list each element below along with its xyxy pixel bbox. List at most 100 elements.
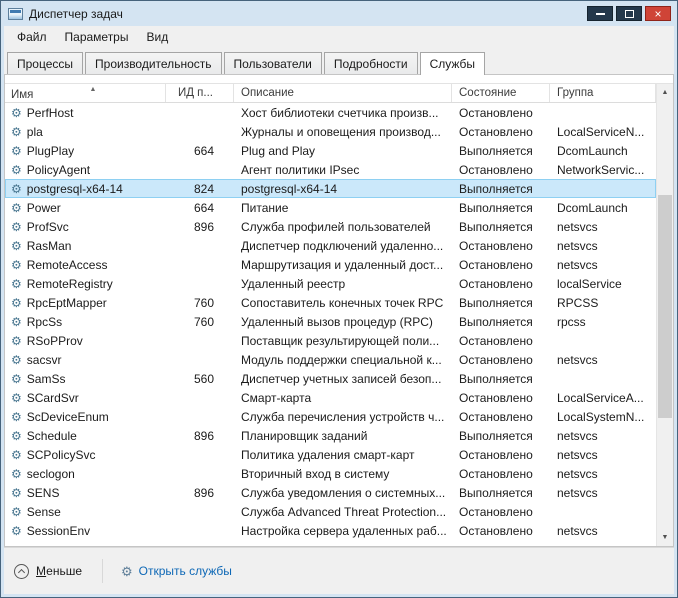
service-gear-icon: ⚙ xyxy=(11,371,22,386)
column-header-pid[interactable]: ИД п... xyxy=(166,84,234,102)
table-row[interactable]: ⚙ RasMan Диспетчер подключений удаленно.… xyxy=(5,236,656,255)
service-description: Маршрутизация и удаленный дост... xyxy=(241,257,444,272)
service-description: Диспетчер подключений удаленно... xyxy=(241,238,444,253)
service-group: rpcss xyxy=(557,314,586,329)
service-status: Остановлено xyxy=(459,447,533,462)
service-pid: 560 xyxy=(193,371,214,386)
vertical-scrollbar[interactable]: ▲ ▼ xyxy=(656,84,673,546)
service-description: Настройка сервера удаленных раб... xyxy=(241,523,447,538)
service-description: Журналы и оповещения производ... xyxy=(241,124,441,139)
scrollbar-down-icon[interactable]: ▼ xyxy=(657,529,673,546)
table-row[interactable]: ⚙ RemoteRegistry Удаленный реестр Остано… xyxy=(5,274,656,293)
table-row[interactable]: ⚙ ProfSvc 896 Служба профилей пользовате… xyxy=(5,217,656,236)
table-row[interactable]: ⚙ SCPolicySvc Политика удаления смарт-ка… xyxy=(5,445,656,464)
table-row[interactable]: ⚙ PerfHost Хост библиотеки счетчика прои… xyxy=(5,103,656,122)
service-group: LocalSystemN... xyxy=(557,409,645,424)
service-name: pla xyxy=(26,124,43,139)
table-row[interactable]: ⚙ RpcEptMapper 760 Сопоставитель конечны… xyxy=(5,293,656,312)
menu-item-file[interactable]: Файл xyxy=(8,27,56,47)
service-group: netsvcs xyxy=(557,466,598,481)
tab-services[interactable]: Службы xyxy=(419,52,486,75)
window-controls: × xyxy=(587,6,671,21)
service-name: RpcSs xyxy=(26,314,63,329)
table-row[interactable]: ⚙ RSoPProv Поставщик результирующей поли… xyxy=(5,331,656,350)
fewer-details-button[interactable]: Меньше xyxy=(12,558,92,585)
tab-users[interactable]: Пользователи xyxy=(223,52,322,74)
title-bar[interactable]: Диспетчер задач × xyxy=(1,1,677,26)
service-name: SCPolicySvc xyxy=(26,447,96,462)
service-name: SENS xyxy=(26,485,60,500)
service-gear-icon: ⚙ xyxy=(11,295,22,310)
table-row[interactable]: ⚙ pla Журналы и оповещения производ... О… xyxy=(5,122,656,141)
table-row[interactable]: ⚙ SessionEnv Настройка сервера удаленных… xyxy=(5,521,656,540)
table-row[interactable]: ⚙ seclogon Вторичный вход в систему Оста… xyxy=(5,464,656,483)
menu-item-view[interactable]: Вид xyxy=(137,27,177,47)
table-row[interactable]: ⚙ RemoteAccess Маршрутизация и удаленный… xyxy=(5,255,656,274)
service-group: RPCSS xyxy=(557,295,599,310)
table-row[interactable]: ⚙ SCardSvr Смарт-карта Остановлено Local… xyxy=(5,388,656,407)
column-header-description[interactable]: Описание xyxy=(234,84,452,102)
tab-details[interactable]: Подробности xyxy=(323,52,418,74)
fewer-details-label: Меньше xyxy=(36,564,82,578)
service-description: Хост библиотеки счетчика произв... xyxy=(241,105,439,120)
service-status: Выполняется xyxy=(459,200,533,215)
service-name: PolicyAgent xyxy=(26,162,91,177)
menu-item-options[interactable]: Параметры xyxy=(56,27,138,47)
service-gear-icon: ⚙ xyxy=(11,124,22,139)
column-header-name[interactable]: Имя ▲ xyxy=(5,84,166,102)
service-group: netsvcs xyxy=(557,523,598,538)
table-row[interactable]: ⚙ Schedule 896 Планировщик заданий Выпол… xyxy=(5,426,656,445)
service-gear-icon: ⚙ xyxy=(11,238,22,253)
table-row[interactable]: ⚙ ScDeviceEnum Служба перечисления устро… xyxy=(5,407,656,426)
service-status: Остановлено xyxy=(459,162,533,177)
service-group: netsvcs xyxy=(557,352,598,367)
services-gear-icon: ⚙ xyxy=(121,563,133,579)
table-row[interactable]: ⚙ postgresql-x64-14 824 postgresql-x64-1… xyxy=(5,179,656,198)
service-group: LocalServiceN... xyxy=(557,124,645,139)
tab-performance[interactable]: Производительность xyxy=(85,52,222,74)
service-status: Остановлено xyxy=(459,333,533,348)
scrollbar-track[interactable] xyxy=(657,101,673,529)
minimize-button[interactable] xyxy=(587,6,613,21)
service-description: Планировщик заданий xyxy=(241,428,368,443)
footer-bar: Меньше ⚙ Открыть службы xyxy=(4,547,674,594)
service-gear-icon: ⚙ xyxy=(11,352,22,367)
tab-processes[interactable]: Процессы xyxy=(7,52,84,74)
service-description: Служба перечисления устройств ч... xyxy=(241,409,445,424)
table-row[interactable]: ⚙ Sense Служба Advanced Threat Protectio… xyxy=(5,502,656,521)
service-group: DcomLaunch xyxy=(557,143,628,158)
table-row[interactable]: ⚙ SENS 896 Служба уведомления о системны… xyxy=(5,483,656,502)
service-status: Выполняется xyxy=(459,219,533,234)
column-header-group[interactable]: Группа xyxy=(550,84,656,102)
service-name-cell: ⚙ RemoteAccess xyxy=(5,258,166,272)
service-name-cell: ⚙ SCPolicySvc xyxy=(5,448,166,462)
minimize-icon xyxy=(595,12,605,15)
service-group: netsvcs xyxy=(557,485,598,500)
scrollbar-thumb[interactable] xyxy=(658,195,672,418)
service-name: RpcEptMapper xyxy=(26,295,107,310)
table-row[interactable]: ⚙ RpcSs 760 Удаленный вызов процедур (RP… xyxy=(5,312,656,331)
maximize-button[interactable] xyxy=(616,6,642,21)
table-row[interactable]: ⚙ sacsvr Модуль поддержки специальной к.… xyxy=(5,350,656,369)
close-button[interactable]: × xyxy=(645,6,671,21)
service-name-cell: ⚙ sacsvr xyxy=(5,353,166,367)
scrollbar-up-icon[interactable]: ▲ xyxy=(657,84,673,101)
table-row[interactable]: ⚙ Power 664 Питание Выполняется DcomLaun… xyxy=(5,198,656,217)
table-row[interactable]: ⚙ PolicyAgent Агент политики IPsec Остан… xyxy=(5,160,656,179)
service-description: Сопоставитель конечных точек RPC xyxy=(241,295,444,310)
service-gear-icon: ⚙ xyxy=(11,466,22,481)
app-area: Файл Параметры Вид Процессы Производител… xyxy=(4,26,674,594)
service-pid: 664 xyxy=(193,143,214,158)
table-row[interactable]: ⚙ SamSs 560 Диспетчер учетных записей бе… xyxy=(5,369,656,388)
column-header-status[interactable]: Состояние xyxy=(452,84,550,102)
service-name-cell: ⚙ ProfSvc xyxy=(5,220,166,234)
service-name: PerfHost xyxy=(26,105,74,120)
service-name-cell: ⚙ PerfHost xyxy=(5,106,166,120)
table-row[interactable]: ⚙ PlugPlay 664 Plug and Play Выполняется… xyxy=(5,141,656,160)
service-pid: 824 xyxy=(193,181,214,196)
service-gear-icon: ⚙ xyxy=(11,390,22,405)
service-status: Остановлено xyxy=(459,466,533,481)
service-pid: 896 xyxy=(193,219,214,234)
service-name: SessionEnv xyxy=(26,523,91,538)
open-services-button[interactable]: ⚙ Открыть службы xyxy=(113,558,240,584)
